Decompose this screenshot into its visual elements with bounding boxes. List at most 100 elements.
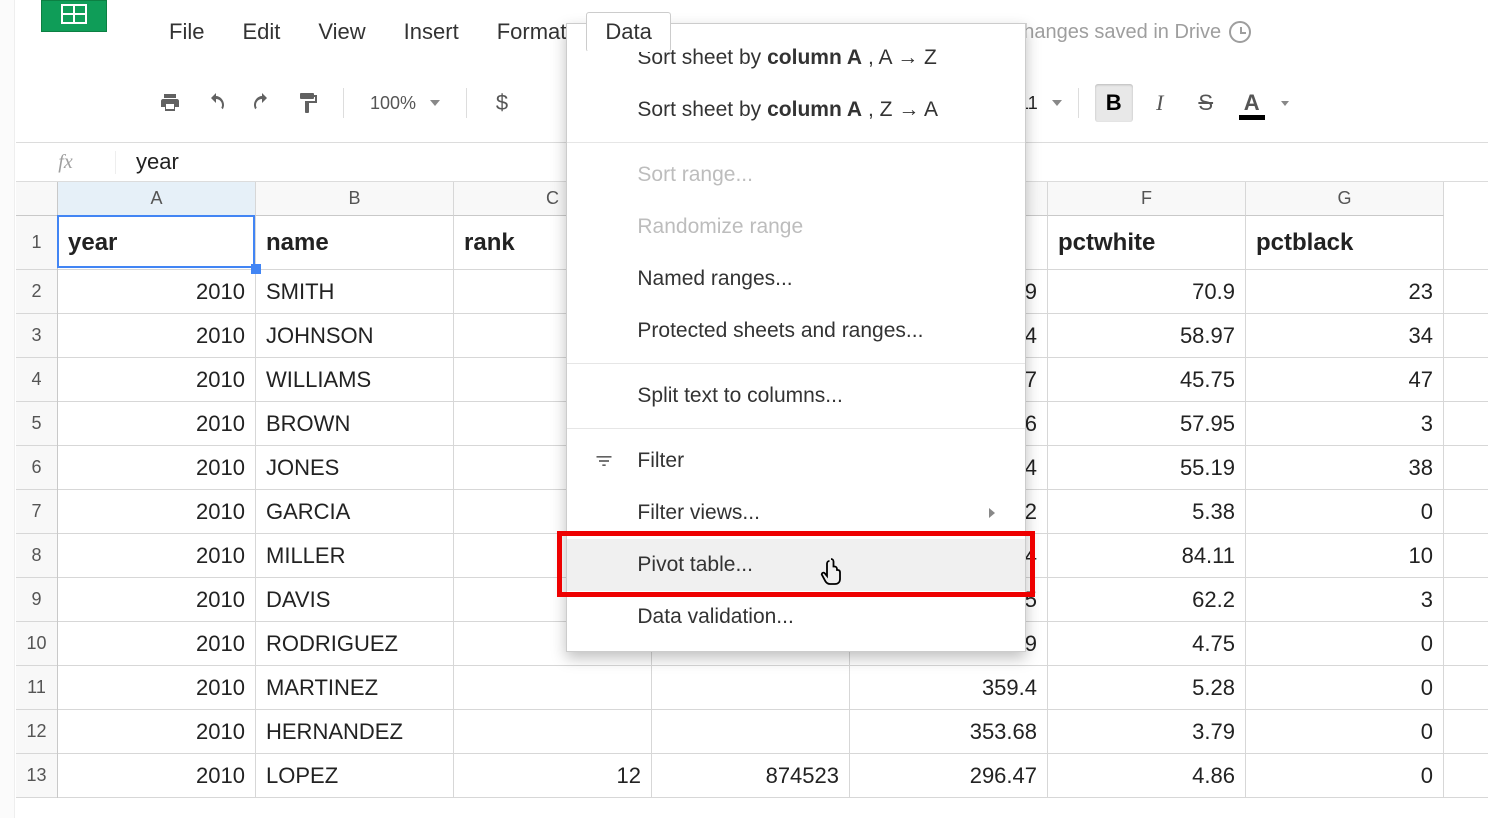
cell-B12[interactable]: HERNANDEZ bbox=[256, 710, 454, 753]
cell-A11[interactable]: 2010 bbox=[58, 666, 256, 709]
cell-A6[interactable]: 2010 bbox=[58, 446, 256, 489]
cell-G5[interactable]: 3 bbox=[1246, 402, 1444, 445]
cell-F3[interactable]: 58.97 bbox=[1048, 314, 1246, 357]
row-header-2[interactable]: 2 bbox=[16, 270, 57, 314]
cell-C11[interactable] bbox=[454, 666, 652, 709]
cell-F10[interactable]: 4.75 bbox=[1048, 622, 1246, 665]
column-header-A[interactable]: A bbox=[58, 182, 256, 216]
cell-B10[interactable]: RODRIGUEZ bbox=[256, 622, 454, 665]
row-header-12[interactable]: 12 bbox=[16, 710, 57, 754]
cell-D13[interactable]: 874523 bbox=[652, 754, 850, 797]
row-header-4[interactable]: 4 bbox=[16, 358, 57, 402]
cell-A4[interactable]: 2010 bbox=[58, 358, 256, 401]
row-header-1[interactable]: 1 bbox=[16, 216, 57, 270]
cell-C13[interactable]: 12 bbox=[454, 754, 652, 797]
row-header-5[interactable]: 5 bbox=[16, 402, 57, 446]
cell-A2[interactable]: 2010 bbox=[58, 270, 256, 313]
cell-F13[interactable]: 4.86 bbox=[1048, 754, 1246, 797]
menu-edit[interactable]: Edit bbox=[224, 13, 298, 51]
cell-B7[interactable]: GARCIA bbox=[256, 490, 454, 533]
cell-F8[interactable]: 84.11 bbox=[1048, 534, 1246, 577]
undo-button[interactable] bbox=[197, 84, 235, 122]
cell-F2[interactable]: 70.9 bbox=[1048, 270, 1246, 313]
menu-filter-views[interactable]: Filter views... bbox=[567, 487, 1025, 539]
cell-B5[interactable]: BROWN bbox=[256, 402, 454, 445]
cell-G8[interactable]: 10 bbox=[1246, 534, 1444, 577]
menu-data-validation[interactable]: Data validation... bbox=[567, 591, 1025, 643]
row-header-10[interactable]: 10 bbox=[16, 622, 57, 666]
history-icon[interactable] bbox=[1229, 21, 1251, 43]
cell-F11[interactable]: 5.28 bbox=[1048, 666, 1246, 709]
menu-data[interactable]: Data bbox=[586, 12, 670, 52]
cell-F5[interactable]: 57.95 bbox=[1048, 402, 1246, 445]
row-header-13[interactable]: 13 bbox=[16, 754, 57, 798]
menu-pivot-table[interactable]: Pivot table... bbox=[567, 539, 1025, 591]
cell-A3[interactable]: 2010 bbox=[58, 314, 256, 357]
menu-filter[interactable]: Filter bbox=[567, 435, 1025, 487]
cell-G1[interactable]: pctblack bbox=[1246, 216, 1444, 269]
cell-F1[interactable]: pctwhite bbox=[1048, 216, 1246, 269]
row-header-11[interactable]: 11 bbox=[16, 666, 57, 710]
cell-G3[interactable]: 34 bbox=[1246, 314, 1444, 357]
cell-B3[interactable]: JOHNSON bbox=[256, 314, 454, 357]
cell-G7[interactable]: 0 bbox=[1246, 490, 1444, 533]
cell-A1[interactable]: year bbox=[58, 216, 256, 269]
menu-split-text[interactable]: Split text to columns... bbox=[567, 370, 1025, 422]
cell-G11[interactable]: 0 bbox=[1246, 666, 1444, 709]
cell-G6[interactable]: 38 bbox=[1246, 446, 1444, 489]
cell-A13[interactable]: 2010 bbox=[58, 754, 256, 797]
cell-C12[interactable] bbox=[454, 710, 652, 753]
menu-insert[interactable]: Insert bbox=[386, 13, 477, 51]
strikethrough-button[interactable]: S bbox=[1187, 84, 1225, 122]
cell-B9[interactable]: DAVIS bbox=[256, 578, 454, 621]
menu-view[interactable]: View bbox=[300, 13, 383, 51]
text-color-button[interactable]: A bbox=[1233, 84, 1271, 122]
cell-G2[interactable]: 23 bbox=[1246, 270, 1444, 313]
cell-A9[interactable]: 2010 bbox=[58, 578, 256, 621]
cell-D11[interactable] bbox=[652, 666, 850, 709]
menu-protected-ranges[interactable]: Protected sheets and ranges... bbox=[567, 305, 1025, 357]
cell-A5[interactable]: 2010 bbox=[58, 402, 256, 445]
menu-file[interactable]: File bbox=[151, 13, 222, 51]
cell-A7[interactable]: 2010 bbox=[58, 490, 256, 533]
currency-format-button[interactable]: $ bbox=[483, 84, 521, 122]
select-all-corner[interactable] bbox=[16, 182, 58, 216]
cell-G4[interactable]: 47 bbox=[1246, 358, 1444, 401]
row-header-3[interactable]: 3 bbox=[16, 314, 57, 358]
cell-F7[interactable]: 5.38 bbox=[1048, 490, 1246, 533]
zoom-level[interactable]: 100% bbox=[360, 87, 450, 120]
cell-F12[interactable]: 3.79 bbox=[1048, 710, 1246, 753]
italic-button[interactable]: I bbox=[1141, 84, 1179, 122]
column-header-B[interactable]: B bbox=[256, 182, 454, 216]
cell-E12[interactable]: 353.68 bbox=[850, 710, 1048, 753]
menu-named-ranges[interactable]: Named ranges... bbox=[567, 253, 1025, 305]
column-header-F[interactable]: F bbox=[1048, 182, 1246, 216]
fill-handle[interactable] bbox=[251, 264, 261, 274]
row-header-9[interactable]: 9 bbox=[16, 578, 57, 622]
cell-E11[interactable]: 359.4 bbox=[850, 666, 1048, 709]
cell-A8[interactable]: 2010 bbox=[58, 534, 256, 577]
row-header-6[interactable]: 6 bbox=[16, 446, 57, 490]
cell-F6[interactable]: 55.19 bbox=[1048, 446, 1246, 489]
cell-D12[interactable] bbox=[652, 710, 850, 753]
menu-sort-za[interactable]: Sort sheet by column A, Z → A bbox=[567, 84, 1025, 136]
cell-G13[interactable]: 0 bbox=[1246, 754, 1444, 797]
row-header-8[interactable]: 8 bbox=[16, 534, 57, 578]
cell-A12[interactable]: 2010 bbox=[58, 710, 256, 753]
cell-F9[interactable]: 62.2 bbox=[1048, 578, 1246, 621]
row-header-7[interactable]: 7 bbox=[16, 490, 57, 534]
cell-E13[interactable]: 296.47 bbox=[850, 754, 1048, 797]
cell-G10[interactable]: 0 bbox=[1246, 622, 1444, 665]
cell-B8[interactable]: MILLER bbox=[256, 534, 454, 577]
cell-G9[interactable]: 3 bbox=[1246, 578, 1444, 621]
cell-B4[interactable]: WILLIAMS bbox=[256, 358, 454, 401]
cell-B1[interactable]: name bbox=[256, 216, 454, 269]
cell-G12[interactable]: 0 bbox=[1246, 710, 1444, 753]
cell-B13[interactable]: LOPEZ bbox=[256, 754, 454, 797]
cell-B11[interactable]: MARTINEZ bbox=[256, 666, 454, 709]
paint-format-button[interactable] bbox=[289, 84, 327, 122]
bold-button[interactable]: B bbox=[1095, 84, 1133, 122]
redo-button[interactable] bbox=[243, 84, 281, 122]
cell-F4[interactable]: 45.75 bbox=[1048, 358, 1246, 401]
cell-B2[interactable]: SMITH bbox=[256, 270, 454, 313]
